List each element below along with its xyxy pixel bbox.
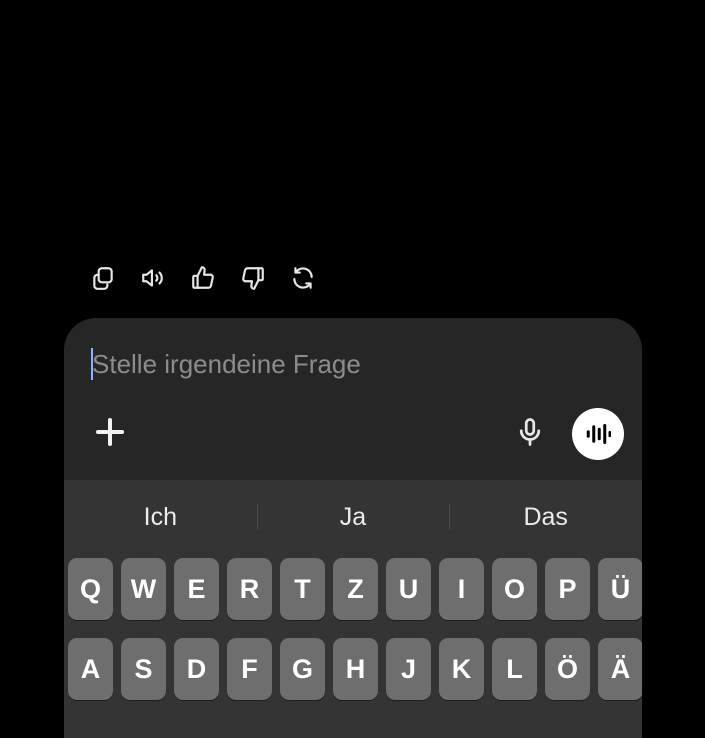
prompt-input[interactable] [92, 346, 612, 382]
composer-panel: Ich Ja Das Q W E R T Z U I O P Ü A S D F… [64, 318, 642, 738]
bad-response-button[interactable] [238, 258, 268, 298]
copy-button[interactable] [88, 258, 118, 298]
good-response-button[interactable] [188, 258, 218, 298]
key[interactable]: J [386, 638, 431, 700]
suggestion-item[interactable]: Das [449, 492, 642, 542]
keyboard-row-2: A S D F G H J K L Ö Ä [68, 638, 642, 700]
voice-waveform-icon [586, 424, 611, 444]
key[interactable]: U [386, 558, 431, 620]
thumbs-up-icon [192, 266, 214, 289]
key[interactable]: I [439, 558, 484, 620]
microphone-icon [519, 418, 541, 446]
key[interactable]: W [121, 558, 166, 620]
key[interactable]: Ä [598, 638, 642, 700]
read-aloud-button[interactable] [138, 258, 168, 298]
voice-mode-button[interactable] [572, 408, 624, 460]
regenerate-icon [293, 267, 313, 289]
key[interactable]: Ö [545, 638, 590, 700]
thumbs-down-icon [242, 267, 264, 290]
key[interactable]: D [174, 638, 219, 700]
key[interactable]: K [439, 638, 484, 700]
word-suggestions: Ich Ja Das [64, 492, 642, 542]
key[interactable]: R [227, 558, 272, 620]
suggestion-item[interactable]: Ich [64, 492, 257, 542]
key[interactable]: H [333, 638, 378, 700]
add-attachment-button[interactable] [92, 414, 128, 450]
key[interactable]: O [492, 558, 537, 620]
speaker-icon [142, 269, 163, 287]
key[interactable]: S [121, 638, 166, 700]
key[interactable]: Ü [598, 558, 642, 620]
key[interactable]: E [174, 558, 219, 620]
plus-icon [96, 418, 124, 446]
keyboard-row-1: Q W E R T Z U I O P Ü [68, 558, 642, 620]
message-action-bar [88, 258, 318, 298]
key[interactable]: P [545, 558, 590, 620]
key[interactable]: T [280, 558, 325, 620]
copy-icon [93, 267, 113, 290]
dictation-button[interactable] [512, 414, 548, 450]
key[interactable]: Q [68, 558, 113, 620]
regenerate-button[interactable] [288, 258, 318, 298]
key[interactable]: L [492, 638, 537, 700]
suggestion-item[interactable]: Ja [256, 492, 450, 542]
key[interactable]: Z [333, 558, 378, 620]
key[interactable]: G [280, 638, 325, 700]
key[interactable]: F [227, 638, 272, 700]
prompt-row [64, 318, 642, 408]
on-screen-keyboard: Ich Ja Das Q W E R T Z U I O P Ü A S D F… [64, 480, 642, 738]
key[interactable]: A [68, 638, 113, 700]
